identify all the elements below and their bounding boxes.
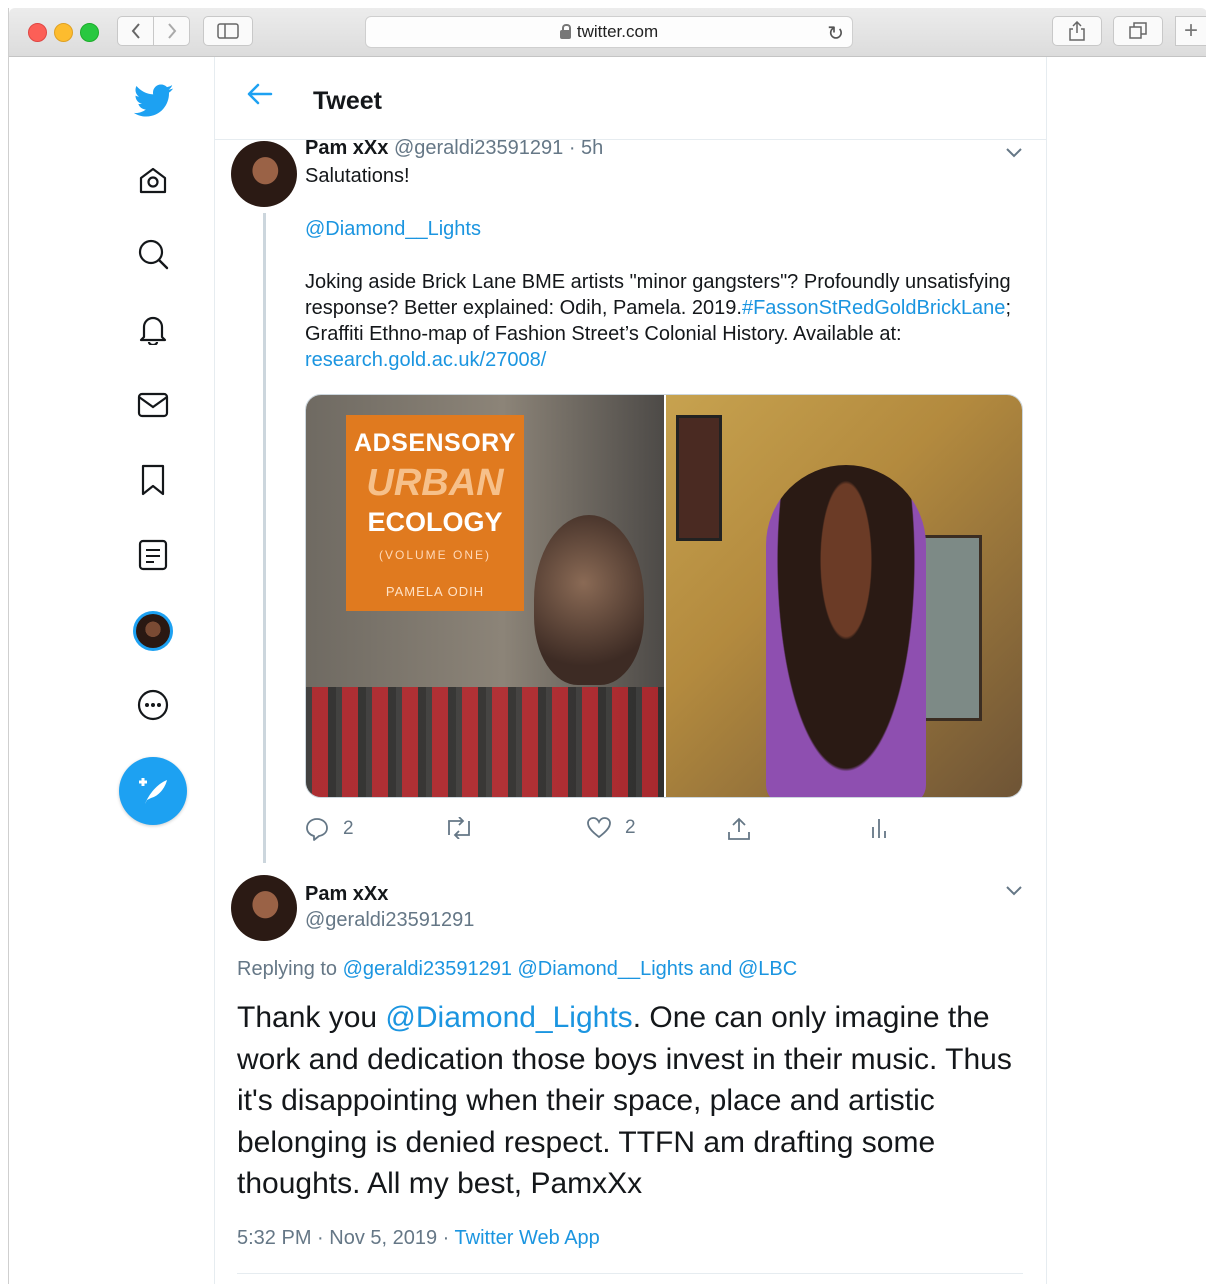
retweet-button[interactable] <box>445 817 487 839</box>
bookmarks-icon[interactable] <box>135 462 171 498</box>
tabs-icon <box>1129 22 1147 39</box>
back-arrow-icon[interactable] <box>247 83 273 105</box>
like-button[interactable]: 2 <box>587 817 636 839</box>
book-cover-photo[interactable]: ADSENSORY URBAN ECOLOGY (VOLUME ONE) PAM… <box>306 395 664 797</box>
browser-forward-button[interactable] <box>153 16 190 46</box>
tabs-overview-button[interactable] <box>1113 16 1163 46</box>
replying-to: Replying to @geraldi23591291 @Diamond__L… <box>237 958 797 981</box>
portrait-photo[interactable] <box>664 395 1022 797</box>
tweet-timestamp: 5:32 PM · Nov 5, 2019 · Twitter Web App <box>237 1227 600 1250</box>
share-icon <box>1069 21 1085 41</box>
book-title-line-2: URBAN <box>366 462 504 504</box>
person-portrait <box>766 465 926 797</box>
twitter-logo-icon[interactable] <box>133 81 175 121</box>
chevron-left-icon <box>131 23 140 39</box>
replying-prefix: Replying to <box>237 958 343 980</box>
reply-icon <box>306 818 328 841</box>
thread-connector-line <box>263 213 266 863</box>
analytics-icon <box>872 819 886 838</box>
new-tab-button[interactable]: + <box>1175 16 1206 46</box>
more-icon[interactable] <box>135 687 171 723</box>
page-title: Tweet <box>313 87 382 115</box>
book-author: PAMELA ODIH <box>385 584 485 599</box>
mention-link[interactable]: @Diamond__Lights <box>305 216 1015 242</box>
browser-window: twitter.com ↻ + Tweet Pam xXx @geraldi23… <box>8 8 1206 1284</box>
author-name[interactable]: Pam xXx <box>305 137 388 159</box>
browser-back-button[interactable] <box>117 16 154 46</box>
author-handle-time[interactable]: @geraldi23591291 · 5h <box>394 137 603 159</box>
lock-icon <box>559 23 571 39</box>
like-count: 2 <box>625 817 636 838</box>
sidebar-icon <box>217 23 239 39</box>
messages-icon[interactable] <box>135 387 171 423</box>
bicycles-row <box>306 687 664 797</box>
book-title-line-1: ADSENSORY <box>354 429 516 457</box>
tweet-author-avatar[interactable] <box>231 875 297 941</box>
home-icon[interactable] <box>135 163 171 199</box>
zoom-window-button[interactable] <box>80 23 99 42</box>
tweet-1: Pam xXx @geraldi23591291 · 5h Salutation… <box>305 135 1015 373</box>
replying-to-links[interactable]: @geraldi23591291 @Diamond__Lights and @L… <box>343 958 798 980</box>
address-text: twitter.com <box>576 22 659 41</box>
minimize-window-button[interactable] <box>54 23 73 42</box>
compose-tweet-button[interactable] <box>119 757 187 825</box>
tweet-detail-column: Tweet Pam xXx @geraldi23591291 · 5h Salu… <box>214 57 1047 1284</box>
page-header: Tweet <box>215 57 1046 140</box>
mention-link[interactable]: @Diamond_Lights <box>385 1001 632 1034</box>
reply-count: 2 <box>343 818 354 839</box>
chevron-down-icon[interactable] <box>1005 147 1023 159</box>
analytics-button[interactable] <box>871 817 901 839</box>
reload-icon[interactable]: ↻ <box>827 21 844 46</box>
chevron-down-icon[interactable] <box>1005 885 1023 897</box>
reply-button[interactable]: 2 <box>305 817 354 841</box>
hashtag-link[interactable]: #FassonStRedGoldBrickLane <box>742 297 1005 319</box>
notifications-icon[interactable] <box>135 311 171 347</box>
tweet-body: Joking aside Brick Lane BME artists "min… <box>305 269 1015 373</box>
book-volume: (VOLUME ONE) <box>378 548 491 562</box>
close-window-button[interactable] <box>28 23 47 42</box>
share-button[interactable] <box>1052 16 1102 46</box>
external-link[interactable]: research.gold.ac.uk/27008/ <box>305 349 546 371</box>
retweet-icon <box>448 817 470 839</box>
timestamp-text[interactable]: 5:32 PM · Nov 5, 2019 · <box>237 1227 455 1249</box>
sidebar-toggle-button[interactable] <box>203 16 253 46</box>
mural-painting <box>534 515 644 685</box>
tweet-media-grid[interactable]: ADSENSORY URBAN ECOLOGY (VOLUME ONE) PAM… <box>305 394 1023 798</box>
author-handle[interactable]: @geraldi23591291 <box>305 909 474 932</box>
share-icon <box>728 817 750 840</box>
tweet-1-header: Pam xXx @geraldi23591291 · 5h <box>305 135 1015 161</box>
tweet-2-body: Thank you @Diamond_Lights. One can only … <box>237 997 1027 1205</box>
share-tweet-button[interactable] <box>727 817 765 841</box>
tweet-author-avatar[interactable] <box>231 141 297 207</box>
chevron-right-icon <box>167 23 176 39</box>
source-link[interactable]: Twitter Web App <box>455 1227 600 1249</box>
twitter-sidebar <box>9 57 214 1284</box>
divider <box>237 1273 1023 1274</box>
author-name[interactable]: Pam xXx <box>305 883 388 906</box>
book-title-line-3: ECOLOGY <box>367 507 503 537</box>
lists-icon[interactable] <box>135 537 171 573</box>
address-bar[interactable]: twitter.com ↻ <box>365 16 853 48</box>
compose-tweet-icon <box>139 778 167 804</box>
tweet-greeting: Salutations! <box>305 165 410 187</box>
tweet-1-text: Salutations! @Diamond__Lights Joking asi… <box>305 163 1015 373</box>
profile-avatar[interactable] <box>133 611 173 651</box>
tweet-action-bar: 2 2 <box>305 817 1005 853</box>
explore-icon[interactable] <box>135 236 171 272</box>
heart-icon <box>587 817 611 839</box>
book-cover: ADSENSORY URBAN ECOLOGY (VOLUME ONE) PAM… <box>346 415 524 611</box>
browser-toolbar: twitter.com ↻ + <box>9 8 1206 57</box>
wall-frame <box>676 415 722 541</box>
tweet-2-body-prefix: Thank you <box>237 1001 386 1034</box>
